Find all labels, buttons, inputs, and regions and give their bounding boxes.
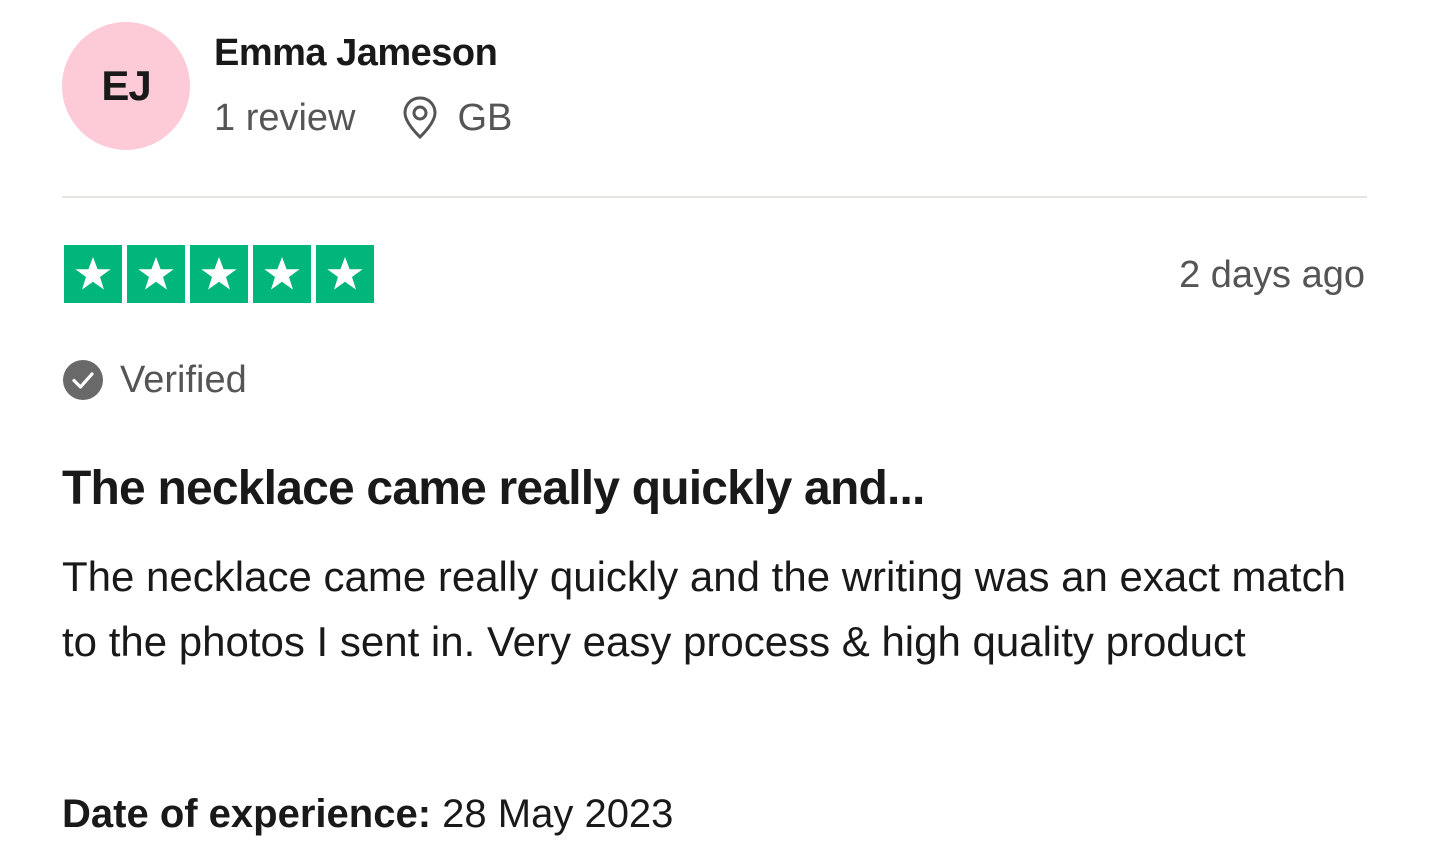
star-icon bbox=[190, 245, 248, 303]
star-icon bbox=[316, 245, 374, 303]
location: GB bbox=[402, 96, 513, 140]
verified-label: Verified bbox=[120, 358, 247, 401]
avatar[interactable]: EJ bbox=[62, 22, 190, 150]
experience-label: Date of experience: bbox=[62, 792, 432, 836]
star-icon bbox=[253, 245, 311, 303]
experience-date: 28 May 2023 bbox=[442, 792, 674, 836]
location-country: GB bbox=[457, 96, 513, 139]
review-count: 1 review bbox=[214, 96, 356, 139]
star-icon bbox=[127, 245, 185, 303]
avatar-initials: EJ bbox=[101, 62, 151, 109]
divider bbox=[62, 196, 1367, 198]
location-pin-icon bbox=[402, 96, 437, 140]
date-of-experience: Date of experience: 28 May 2023 bbox=[62, 788, 673, 840]
review-title[interactable]: The necklace came really quickly and... bbox=[62, 460, 925, 518]
star-rating bbox=[64, 245, 374, 303]
reviewer-meta: 1 review GB bbox=[214, 94, 512, 142]
reviewer-name[interactable]: Emma Jameson bbox=[214, 30, 498, 76]
verified-badge[interactable]: Verified bbox=[62, 355, 247, 405]
review-date: 2 days ago bbox=[1179, 254, 1365, 296]
review-body: The necklace came really quickly and the… bbox=[62, 553, 1346, 665]
verified-check-icon bbox=[63, 360, 103, 400]
star-icon bbox=[64, 245, 122, 303]
